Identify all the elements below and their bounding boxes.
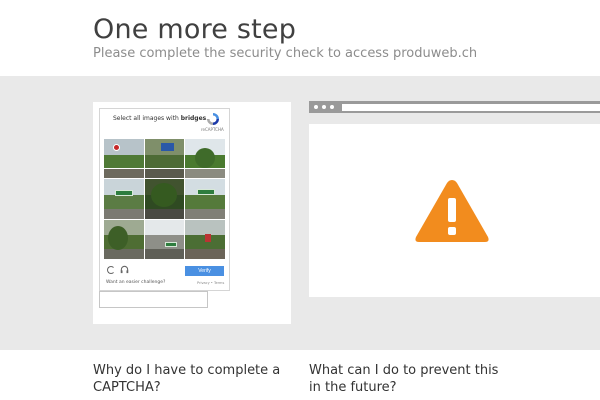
easier-challenge-link[interactable]: Want an easier challenge? [106,280,165,285]
reload-icon[interactable] [107,266,115,274]
captcha-tile[interactable] [185,219,225,259]
verify-button[interactable]: Verify [185,266,224,276]
captcha-tile[interactable] [185,179,225,219]
captcha-tile[interactable] [144,219,185,259]
window-dot-icon [330,105,334,109]
browser-window-bar [309,101,600,113]
recaptcha-logo-icon [207,113,219,125]
prompt-prefix: Select all images with [113,115,181,122]
captcha-tile[interactable] [104,139,144,179]
faq-why-captcha: Why do I have to complete a CAPTCHA? [93,363,281,395]
captcha-tile[interactable] [104,219,144,259]
headphones-icon[interactable] [120,265,129,274]
captcha-tile[interactable] [144,179,185,219]
window-dot-icon [322,105,326,109]
captcha-image-grid [104,139,225,259]
captcha-header: Select all images with bridges. reCAPTCH… [100,109,229,139]
page-header: One more step Please complete the securi… [0,0,600,76]
captcha-response-field[interactable] [99,291,208,308]
recaptcha-widget: Select all images with bridges. reCAPTCH… [99,108,230,291]
captcha-tile[interactable] [185,139,225,179]
window-dot-icon [314,105,318,109]
captcha-footer: Verify Want an easier challenge? Privacy… [100,261,229,291]
captcha-prompt: Select all images with bridges. [113,115,208,122]
page-title: One more step [93,14,297,45]
captcha-tile[interactable] [104,179,144,219]
address-bar [342,104,600,111]
page-subtitle: Please complete the security check to ac… [93,46,478,61]
privacy-terms-link[interactable]: Privacy • Terms [197,281,224,285]
prompt-target: bridges [180,115,207,122]
captcha-tile[interactable] [144,139,185,179]
faq-prevent-future: What can I do to prevent this in the fut… [309,363,499,395]
recaptcha-label: reCAPTCHA [201,127,224,132]
warning-triangle-icon [415,180,489,242]
